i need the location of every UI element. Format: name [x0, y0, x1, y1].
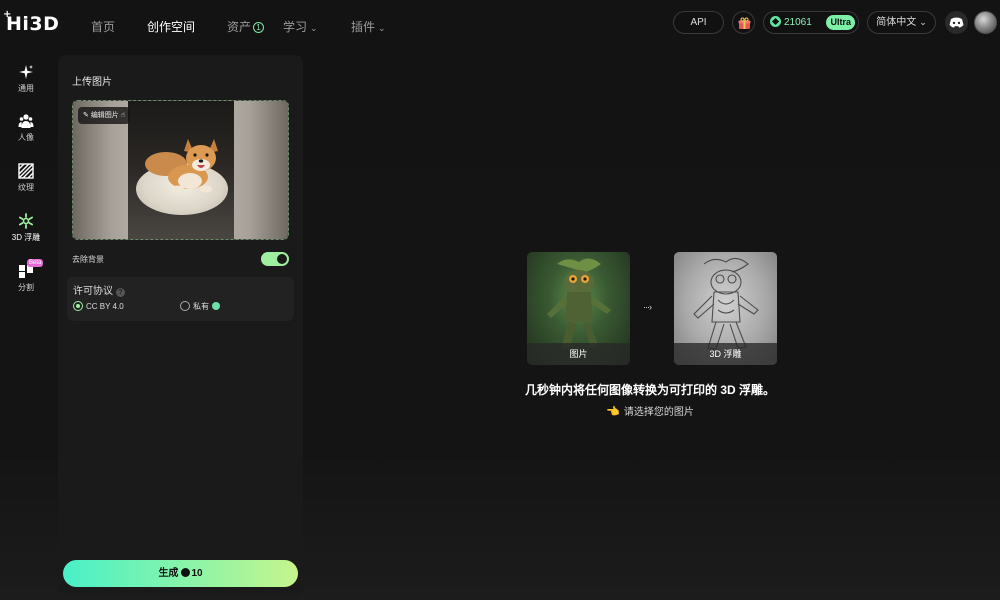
nav-learn-label: 学习	[283, 20, 308, 34]
pointing-hand-icon: 👈	[606, 406, 620, 418]
premium-icon	[212, 302, 220, 310]
license-section: 许可协议? CC BY 4.0 私有	[67, 277, 294, 321]
credits-balance[interactable]: 21061 Ultra	[763, 11, 859, 34]
sidebar-item-texture[interactable]: 纹理	[0, 163, 52, 193]
sidebar-item-label: 分割	[18, 283, 34, 292]
generate-label: 生成	[158, 568, 179, 579]
sidebar-item-label: 3D 浮雕	[11, 233, 41, 242]
shiba-dog-shape	[145, 139, 218, 193]
nav-home-label: 首页	[91, 20, 116, 34]
chevron-down-icon: ⌄	[919, 17, 927, 27]
nav-plugins[interactable]: 插件 ⌄	[351, 18, 386, 35]
top-bar: + Hi3D 首页 创作空间 资产 1 学习 ⌄ 插件 ⌄ API 21061 Ultr…	[0, 0, 1000, 50]
api-label: API	[690, 17, 707, 28]
sidebar-item-portrait[interactable]: 人像	[0, 113, 52, 143]
generate-cost: 10	[191, 568, 203, 579]
example-result-caption: 3D 浮雕	[674, 343, 777, 365]
sparkle-icon	[19, 65, 33, 79]
credits-value: 21061	[784, 17, 812, 28]
select-image-hint-text: 请选择您的图片	[623, 407, 694, 418]
chevron-down-icon: ⌄	[310, 23, 318, 33]
help-icon[interactable]: ?	[116, 288, 125, 297]
chevron-down-icon: ⌄	[378, 23, 386, 33]
nav-plugins-label: 插件	[351, 20, 376, 34]
logo-plus: +	[3, 9, 12, 20]
sidebar-item-label: 通用	[18, 84, 34, 93]
select-image-hint[interactable]: 👈 请选择您的图片	[500, 403, 800, 418]
gift-icon	[738, 17, 751, 29]
hero-headline: 几秒钟内将任何图像转换为可打印的 3D 浮雕。	[524, 383, 775, 397]
plan-badge: Ultra	[826, 15, 855, 30]
license-option-cc-by[interactable]: CC BY 4.0	[73, 301, 124, 311]
avatar[interactable]	[974, 11, 997, 34]
nav-learn[interactable]: 学习 ⌄	[283, 18, 318, 35]
edit-image-label: 编辑图片	[90, 112, 119, 119]
logo[interactable]: + Hi3D	[3, 9, 60, 35]
license-option-label: 私有	[193, 302, 209, 311]
pencil-icon: ✎	[83, 112, 91, 119]
nav-home[interactable]: 首页	[91, 18, 115, 35]
remove-background-label: 去除背景	[72, 255, 104, 264]
credit-cost-icon	[181, 568, 191, 577]
example-source-card: 图片	[527, 252, 630, 365]
logo-text: Hi3D	[6, 13, 60, 35]
sidebar-item-label: 纹理	[18, 183, 34, 192]
license-title: 许可协议?	[73, 282, 125, 297]
texture-icon	[18, 163, 34, 179]
sidebar-item-general[interactable]: 通用	[0, 64, 52, 94]
coin-icon	[770, 16, 781, 27]
control-panel: 上传图片 ✎ 编辑图片 ☝ 去除背景 许可协议 ? CC BY 4.0 私有 生…	[58, 55, 303, 595]
pointer-hand-icon: ☝	[118, 112, 126, 119]
language-selector[interactable]: 简体中文 ⌄	[867, 11, 936, 34]
nav-assets-label: 资产	[227, 20, 252, 34]
image-upload-dropzone[interactable]: ✎ 编辑图片 ☝	[72, 100, 289, 240]
license-title-text: 许可协议	[73, 286, 113, 297]
radio-empty-icon	[180, 301, 190, 311]
assets-count-badge: 1	[253, 22, 265, 33]
api-button[interactable]: API	[673, 11, 724, 34]
license-option-private[interactable]: 私有	[180, 301, 220, 312]
language-label: 简体中文	[876, 17, 917, 28]
discord-icon	[949, 17, 964, 28]
people-icon	[18, 114, 34, 128]
sidebar-item-split[interactable]: Beta 分割	[0, 259, 52, 293]
license-option-label: CC BY 4.0	[86, 302, 124, 311]
upload-title: 上传图片	[72, 77, 112, 88]
remove-background-toggle[interactable]	[261, 252, 289, 266]
edit-image-button[interactable]: ✎ 编辑图片 ☝	[78, 107, 131, 124]
discord-button[interactable]	[945, 11, 968, 34]
sidebar-item-label: 人像	[18, 133, 34, 142]
sidebar-item-3d-relief[interactable]: 3D 浮雕	[0, 213, 52, 243]
gift-button[interactable]	[732, 11, 755, 34]
uploaded-image	[128, 101, 234, 239]
generate-button[interactable]: 生成 10	[63, 560, 298, 587]
radio-selected-icon	[73, 301, 83, 311]
example-result-card: 3D 浮雕	[674, 252, 777, 365]
nav-workspace[interactable]: 创作空间	[147, 18, 195, 35]
arrow-right-icon: ···›	[643, 302, 652, 312]
nav-workspace-label: 创作空间	[147, 20, 196, 34]
nav-assets[interactable]: 资产 1	[227, 18, 265, 35]
beta-badge: Beta	[27, 259, 44, 267]
example-source-caption: 图片	[527, 343, 630, 365]
relief-icon	[19, 213, 33, 229]
